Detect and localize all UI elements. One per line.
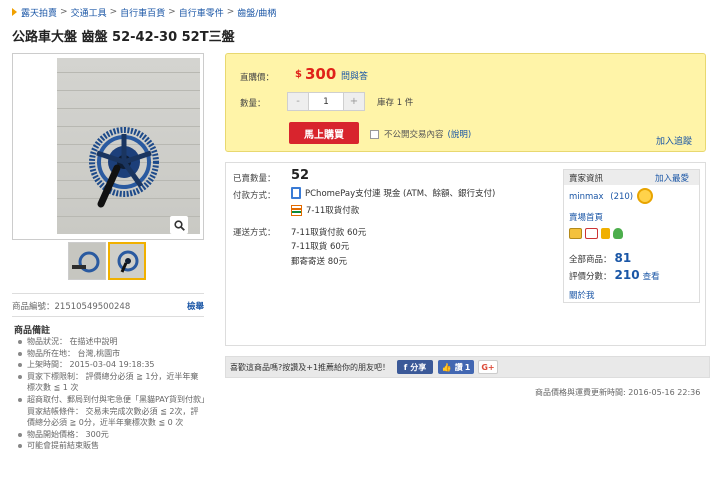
facebook-like-label: 讚 [454, 362, 463, 372]
private-checkbox[interactable] [370, 129, 379, 139]
breadcrumb-item-transport[interactable]: 交通工具 [71, 6, 107, 19]
total-items-stat: 全部商品： 81 [569, 251, 634, 265]
note-item: 超商取付、郵局到付與宅急便「黑貓PAY貨到付款」買家結帳條件： 交易未完成次數必… [18, 394, 206, 429]
zoom-button[interactable] [170, 216, 188, 234]
shipping-option: 郵寄寄送 80元 [291, 257, 348, 267]
seller-name-link[interactable]: minmax [569, 192, 604, 202]
price-label: 直購價： [240, 73, 275, 83]
report-link[interactable]: 檢舉 [187, 300, 204, 312]
note-item: 上架時間： 2015-03-04 19:18:35 [18, 359, 206, 371]
pchomepay-icon [291, 187, 301, 199]
private-trade-option: 不公開交易內容 (說明) [370, 128, 471, 140]
product-id-label: 商品編號： [12, 302, 55, 312]
sold-label: 已賣數量： [233, 174, 276, 184]
shipping-option: 7-11取貨付款 60元 [291, 228, 367, 238]
google-plus-button[interactable]: G+ [478, 360, 498, 374]
breadcrumb-item-crankset[interactable]: 齒盤/曲柄 [237, 6, 276, 19]
note-item: 買家下標限制： 評價總分必須 ≧ 1分，近半年棄標次數 ≦ 1 次 [18, 371, 206, 394]
facebook-share-button[interactable]: f 分享 [397, 360, 433, 374]
facebook-share-label: 分享 [410, 362, 427, 372]
magnifier-icon [173, 219, 185, 231]
quantity-increase-button[interactable]: + [344, 93, 364, 110]
divider [12, 316, 204, 317]
share-prompt: 喜歡這商品嗎?按讚及+1推薦給你的朋友吧！ [230, 363, 391, 372]
shield-icon [613, 228, 623, 239]
stock-text: 庫存 1 件 [377, 98, 414, 108]
note-item: 物品所在地： 台灣,桃園市 [18, 348, 206, 360]
seller-panel-title: 賣家資訊 [569, 174, 604, 184]
seven-eleven-icon [291, 204, 302, 216]
facebook-icon: f [403, 362, 408, 372]
breadcrumb-separator: > [168, 7, 176, 17]
payment-method-711: 7-11取貨付款 [291, 204, 359, 216]
shipping-label: 運送方式： [233, 228, 276, 238]
quantity-decrease-button[interactable]: - [288, 93, 308, 110]
product-id-row: 商品編號：21510549500248 檢舉 [12, 300, 204, 312]
lock-icon [601, 228, 610, 239]
add-favorite-link[interactable]: 加入最愛 [655, 172, 689, 184]
total-items-link[interactable]: 81 [615, 251, 632, 265]
sold-count: 52 [291, 168, 310, 183]
notes-title: 商品備註 [14, 326, 51, 336]
thumbnail-2[interactable] [108, 242, 146, 280]
breadcrumb: 露天拍賣 > 交通工具 > 自行車百貨 > 自行車零件 > 齒盤/曲柄 [12, 5, 276, 19]
breadcrumb-arrow-icon [12, 8, 17, 16]
buy-now-button[interactable]: 馬上購買 [289, 122, 359, 144]
payment-label: 付款方式： [233, 191, 276, 201]
shipping-option: 7-11取貨 60元 [291, 242, 350, 252]
facebook-like-button[interactable]: 👍 讚 1 [438, 360, 474, 374]
price-value: 300 [305, 65, 337, 83]
quantity-input[interactable]: 1 [308, 93, 344, 110]
breadcrumb-separator: > [226, 7, 235, 17]
verified-id-icon [569, 228, 582, 239]
page-title: 公路車大盤 齒盤 52-42-30 52T三盤 [12, 30, 235, 45]
seller-name-row: minmax (210) [569, 192, 633, 202]
mail-verified-icon [585, 228, 598, 239]
store-home-link[interactable]: 賣場首頁 [569, 211, 603, 223]
breadcrumb-separator: > [109, 7, 118, 17]
notes-list: 物品狀況： 在描述中說明 物品所在地： 台灣,桃園市 上架時間： 2015-03… [18, 336, 206, 452]
product-photo[interactable] [57, 58, 200, 234]
breadcrumb-separator: > [60, 7, 68, 17]
thumbnail-image [69, 243, 105, 279]
note-item: 可能會提前結束販售 [18, 440, 206, 452]
seller-rating-link[interactable]: (210) [610, 192, 633, 202]
score-link[interactable]: 210 [615, 268, 640, 282]
thumbnail-1[interactable] [68, 242, 106, 280]
thumbnail-image [110, 244, 144, 278]
breadcrumb-item-parts[interactable]: 自行車零件 [179, 6, 224, 19]
facebook-like-count: 1 [464, 362, 471, 372]
qa-link[interactable]: 問與答 [341, 69, 368, 82]
seller-level-badge-icon [637, 188, 653, 204]
payment-method-pchome: PChomePay支付連 現金 (ATM、餘額、銀行支付) [291, 187, 495, 199]
divider [12, 293, 204, 294]
note-item: 物品開始價格： 300元 [18, 429, 206, 441]
quantity-label: 數量： [240, 99, 266, 109]
payment-method-text: 7-11取貨付款 [306, 206, 360, 216]
score-stat: 評價分數： 210 查看 [569, 268, 660, 282]
update-time: 商品價格與運費更新時間: 2016-05-16 22:36 [535, 388, 701, 397]
view-score-link[interactable]: 查看 [643, 270, 660, 282]
private-label: 不公開交易內容 [384, 130, 444, 140]
seller-badges [569, 228, 623, 239]
thumbs-up-icon: 👍 [441, 362, 452, 372]
note-item: 物品狀況： 在描述中說明 [18, 336, 206, 348]
score-label: 評價分數： [569, 272, 612, 282]
explain-link[interactable]: (說明) [448, 128, 472, 140]
add-to-watchlist-link[interactable]: 加入追蹤 [656, 134, 692, 147]
payment-method-text: PChomePay支付連 現金 (ATM、餘額、銀行支付) [305, 189, 496, 199]
product-id: 21510549500248 [54, 302, 131, 312]
crankset-image [89, 127, 159, 208]
breadcrumb-item-bicycle[interactable]: 自行車百貨 [120, 6, 165, 19]
breadcrumb-item-home[interactable]: 露天拍賣 [21, 6, 57, 19]
total-items-label: 全部商品： [569, 255, 612, 265]
currency-symbol: $ [295, 69, 302, 80]
about-me-link[interactable]: 關於我 [569, 289, 595, 301]
quantity-stepper: - 1 + [287, 92, 365, 111]
